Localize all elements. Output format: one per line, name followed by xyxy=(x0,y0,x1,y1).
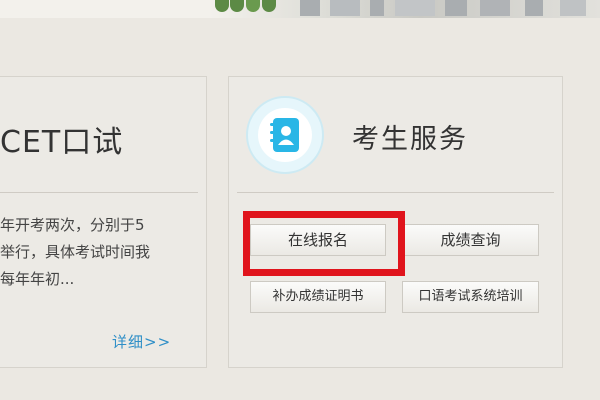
cet-oral-title: CET口试 xyxy=(0,125,124,160)
detail-link[interactable]: 详细>> xyxy=(112,331,171,352)
description-line: 举行，具体考试时间我 xyxy=(0,243,151,261)
cet-oral-description: 年开考两次，分别于5 举行，具体考试时间我 每年年初... xyxy=(0,212,205,293)
oral-exam-training-button[interactable]: 口语考试系统培训 xyxy=(402,281,539,313)
address-book-icon xyxy=(246,96,324,174)
description-line: 每年年初... xyxy=(0,270,75,288)
reissue-certificate-button[interactable]: 补办成绩证明书 xyxy=(250,281,386,313)
score-query-button[interactable]: 成绩查询 xyxy=(402,224,539,256)
left-panel-divider xyxy=(0,192,198,193)
right-panel-divider xyxy=(237,192,554,193)
description-line: 年开考两次，分别于5 xyxy=(0,216,145,234)
top-banner-image xyxy=(0,0,600,18)
candidate-services-title: 考生服务 xyxy=(352,124,468,155)
online-registration-button[interactable]: 在线报名 xyxy=(250,224,386,256)
